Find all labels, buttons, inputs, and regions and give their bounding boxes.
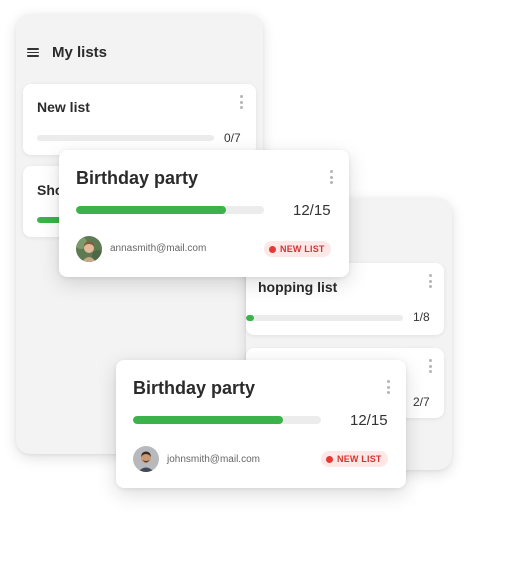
item-count: 12/15 [293,202,331,219]
item-count: 1/8 [413,310,430,324]
owner-email: annasmith@mail.com [110,243,207,254]
hamburger-menu-icon[interactable] [27,48,39,57]
item-count: 2/7 [413,395,430,409]
item-count: 12/15 [350,412,388,429]
progress-fill [133,416,284,424]
man-avatar [133,446,159,472]
status-dot-icon [269,245,276,253]
progress-bar [37,135,214,141]
status-dot-icon [326,455,333,463]
owner-email: johnsmith@mail.com [167,454,260,465]
list-title: New list [37,99,90,115]
more-options-icon[interactable] [428,359,432,373]
more-options-icon[interactable] [329,170,333,184]
progress-bar [133,416,321,424]
list-title: Birthday party [133,378,256,398]
more-options-icon[interactable] [428,274,432,288]
progress-fill [246,315,254,321]
progress-bar [76,206,264,214]
more-options-icon[interactable] [239,95,243,109]
page-title: My lists [52,44,108,61]
more-options-icon[interactable] [386,380,390,394]
progress-bar [246,315,403,321]
list-title: hopping list [258,279,338,295]
list-card-new-list[interactable]: New list 0/7 [23,84,256,155]
new-list-badge: NEW LIST [321,451,388,467]
badge-label: NEW LIST [280,244,325,254]
progress-fill [76,206,227,214]
featured-list-card-anna[interactable]: Birthday party 12/15 annasmith@mail.com … [59,150,349,277]
item-count: 0/7 [224,131,241,145]
badge-label: NEW LIST [337,454,382,464]
new-list-badge: NEW LIST [264,241,331,257]
featured-list-card-john[interactable]: Birthday party 12/15 johnsmith@mail.com … [116,360,406,488]
woman-avatar [76,236,102,262]
list-title: Birthday party [76,168,199,188]
